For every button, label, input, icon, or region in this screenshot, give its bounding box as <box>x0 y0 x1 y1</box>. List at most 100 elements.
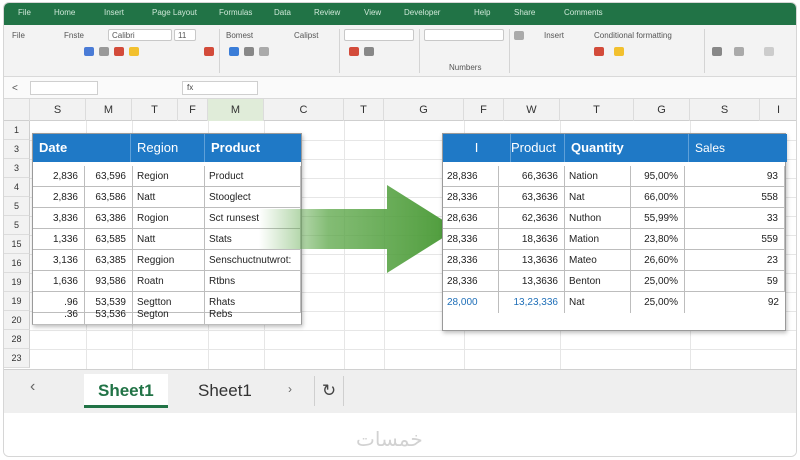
cell[interactable]: 28,336 <box>443 187 499 208</box>
cell[interactable]: 92 <box>685 292 785 313</box>
cell[interactable]: Nat <box>565 187 631 208</box>
row-header[interactable]: 19 <box>4 292 30 311</box>
column-header[interactable]: G <box>384 99 464 121</box>
row-header[interactable]: 28 <box>4 330 30 349</box>
header-product[interactable]: Product <box>511 134 565 162</box>
column-header[interactable]: T <box>344 99 384 121</box>
name-box[interactable] <box>30 81 98 95</box>
comma-icon[interactable] <box>364 47 374 56</box>
insert-cells-icon[interactable] <box>514 31 524 40</box>
cell[interactable]: Rogion <box>133 208 205 229</box>
number-format-box[interactable] <box>344 29 414 41</box>
cell[interactable]: 28,000 <box>443 292 499 313</box>
column-header[interactable]: W <box>504 99 560 121</box>
cell[interactable]: .36 <box>32 304 85 325</box>
row-header[interactable]: 5 <box>4 197 30 216</box>
header-sales[interactable]: Sales <box>689 134 787 162</box>
tab-formulas[interactable]: Formulas <box>219 8 252 17</box>
column-header[interactable]: I <box>760 99 796 121</box>
cell[interactable]: 13,3636 <box>499 271 565 292</box>
tab-help[interactable]: Help <box>474 8 490 17</box>
row-header[interactable]: 20 <box>4 311 30 330</box>
tab-file[interactable]: File <box>18 8 31 17</box>
cell[interactable]: 53,536 <box>85 304 133 325</box>
cell[interactable]: 25,00% <box>631 292 685 313</box>
cell[interactable]: Nat <box>565 292 631 313</box>
cell[interactable]: 18,3636 <box>499 229 565 250</box>
styles-box[interactable] <box>424 29 504 41</box>
column-header[interactable]: T <box>132 99 178 121</box>
row-header[interactable]: 16 <box>4 254 30 273</box>
cell[interactable]: 59 <box>685 271 785 292</box>
cell[interactable]: Product <box>205 166 301 187</box>
cell[interactable]: 558 <box>685 187 785 208</box>
row-header[interactable]: 4 <box>4 178 30 197</box>
find-select-icon[interactable] <box>734 47 744 56</box>
cell[interactable]: 3,136 <box>33 250 85 271</box>
cell[interactable]: 63,585 <box>85 229 133 250</box>
cell[interactable]: 13,23,336 <box>499 292 565 313</box>
cell[interactable]: 95,00% <box>631 166 685 187</box>
font-size-box[interactable]: 11 <box>174 29 196 41</box>
cell[interactable]: 23 <box>685 250 785 271</box>
cell[interactable]: 93,586 <box>85 271 133 292</box>
column-header[interactable]: S <box>30 99 86 121</box>
row-header[interactable]: 5 <box>4 216 30 235</box>
cell[interactable]: 28,336 <box>443 271 499 292</box>
format-table-icon[interactable] <box>614 47 624 56</box>
select-all-corner[interactable] <box>4 99 30 121</box>
cell[interactable]: 66,3636 <box>499 166 565 187</box>
cell[interactable]: Mation <box>565 229 631 250</box>
tab-share[interactable]: Share <box>514 8 535 17</box>
cell[interactable]: 1,636 <box>33 271 85 292</box>
header-quantity[interactable]: Quantity <box>565 134 689 162</box>
ribbon-options-icon[interactable] <box>764 47 774 56</box>
cell[interactable]: 28,636 <box>443 208 499 229</box>
cell[interactable]: 33 <box>685 208 785 229</box>
column-header[interactable]: G <box>634 99 690 121</box>
cell[interactable]: 63,586 <box>85 187 133 208</box>
align-icon[interactable] <box>229 47 239 56</box>
cell[interactable]: 26,60% <box>631 250 685 271</box>
borders-icon[interactable] <box>204 47 214 56</box>
row-header[interactable]: 3 <box>4 140 30 159</box>
tab-home[interactable]: Home <box>54 8 75 17</box>
cell[interactable]: 1,336 <box>33 229 85 250</box>
row-header[interactable]: 15 <box>4 235 30 254</box>
cell[interactable]: 63,3636 <box>499 187 565 208</box>
cell[interactable]: 23,80% <box>631 229 685 250</box>
cell[interactable]: Benton <box>565 271 631 292</box>
sheet-tab[interactable]: Sheet1 <box>184 374 266 408</box>
tab-insert[interactable]: Insert <box>104 8 124 17</box>
tab-view[interactable]: View <box>364 8 381 17</box>
column-header[interactable]: F <box>464 99 504 121</box>
sheet-next-button[interactable]: › <box>288 382 292 396</box>
cell[interactable]: 2,836 <box>33 166 85 187</box>
tab-developer[interactable]: Developer <box>404 8 440 17</box>
tab-page-layout[interactable]: Page Layout <box>152 8 197 17</box>
cell[interactable]: 25,00% <box>631 271 685 292</box>
cell[interactable]: 66,00% <box>631 187 685 208</box>
cell[interactable]: 28,836 <box>443 166 499 187</box>
cell[interactable]: Segton <box>133 304 205 325</box>
merge-icon[interactable] <box>259 47 269 56</box>
column-header[interactable]: T <box>560 99 634 121</box>
cell[interactable]: 28,336 <box>443 250 499 271</box>
cell[interactable]: 93 <box>685 166 785 187</box>
tab-data[interactable]: Data <box>274 8 291 17</box>
cell[interactable]: 2,836 <box>33 187 85 208</box>
font-name-box[interactable]: Calibri <box>108 29 172 41</box>
cell[interactable]: Region <box>133 166 205 187</box>
cell[interactable]: Roatn <box>133 271 205 292</box>
sheet-tab-active[interactable]: Sheet1 <box>84 374 168 408</box>
italic-icon[interactable] <box>99 47 109 56</box>
header-index[interactable]: I <box>443 134 511 162</box>
column-header[interactable]: C <box>264 99 344 121</box>
column-header[interactable]: S <box>690 99 760 121</box>
font-color-icon[interactable] <box>114 47 124 56</box>
fill-color-icon[interactable] <box>129 47 139 56</box>
cell[interactable]: 63,596 <box>85 166 133 187</box>
cell[interactable]: Reggion <box>133 250 205 271</box>
row-header[interactable]: 3 <box>4 159 30 178</box>
formula-input[interactable]: fx <box>182 81 258 95</box>
